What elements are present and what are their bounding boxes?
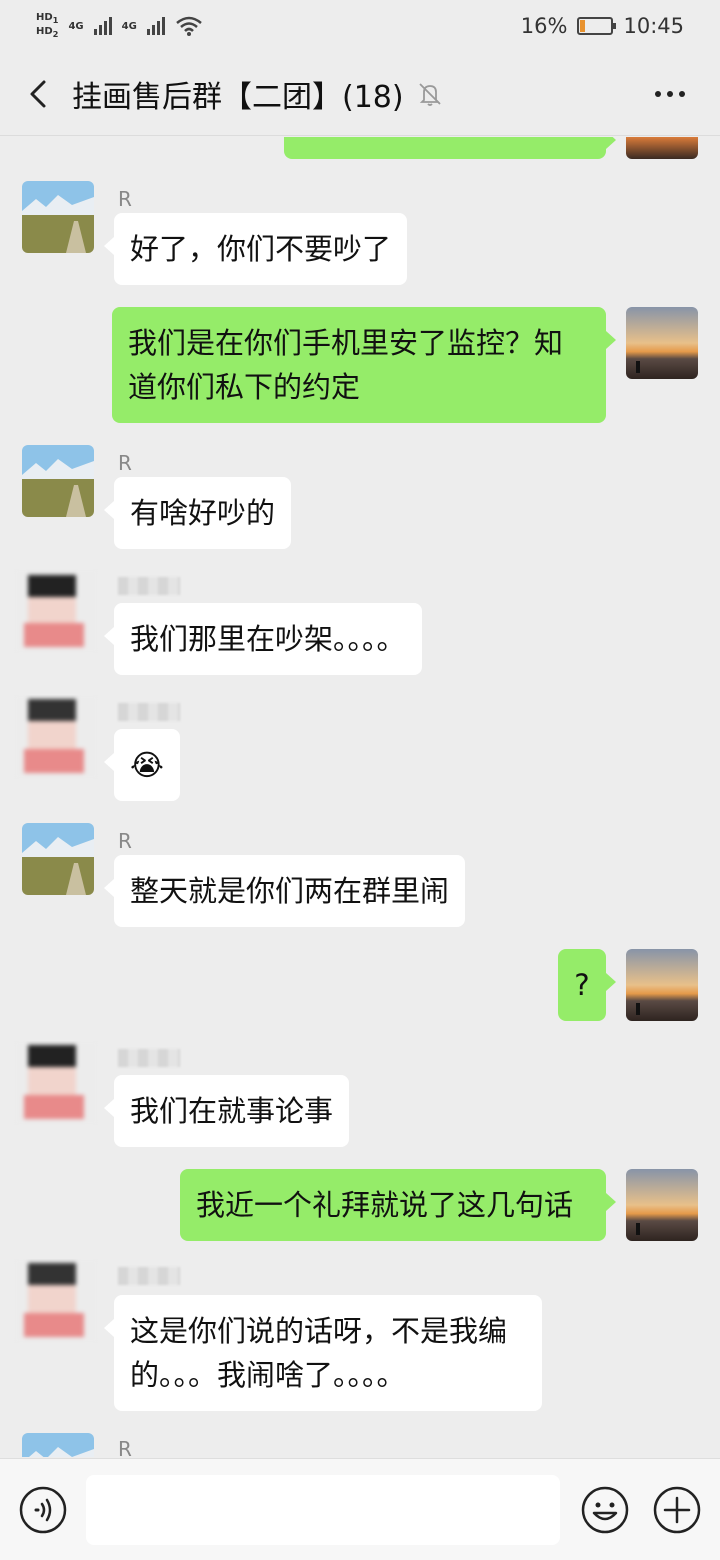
- battery-icon: [577, 17, 617, 35]
- avatar-r[interactable]: [22, 823, 94, 895]
- avatar-blurred[interactable]: [14, 695, 98, 779]
- emoji-bubble[interactable]: 😭: [104, 729, 180, 801]
- avatar-blurred[interactable]: [14, 1041, 98, 1125]
- avatar-blurred[interactable]: [14, 569, 98, 653]
- plus-icon[interactable]: [652, 1485, 702, 1535]
- chat-title: 挂画售后群【二团】(18): [72, 80, 404, 115]
- sender-name-blurred: [118, 1049, 180, 1067]
- avatar-blurred[interactable]: [14, 1259, 98, 1343]
- avatar-self[interactable]: [626, 949, 698, 1021]
- message-bubble[interactable]: ?: [558, 949, 616, 1021]
- chat-list[interactable]: R 好了，你们不要吵了 我们是在你们手机里安了监控？知 道你们私下的约定 R 有…: [0, 137, 720, 1457]
- avatar-self[interactable]: [626, 137, 698, 159]
- sender-name-blurred: [118, 577, 180, 595]
- sender-name: R: [118, 829, 132, 853]
- signal-icon-1: [93, 17, 112, 35]
- sender-name: R: [118, 1437, 132, 1457]
- network-type-2: 4G: [121, 20, 137, 32]
- status-right: 16% 10:45: [521, 14, 684, 38]
- message-input[interactable]: [86, 1475, 560, 1545]
- crying-face-icon: 😭: [130, 748, 164, 782]
- avatar-r[interactable]: [22, 1433, 94, 1457]
- battery-fill: [580, 20, 586, 32]
- clock: 10:45: [623, 14, 684, 38]
- avatar-r[interactable]: [22, 445, 94, 517]
- status-left: HD1 HD2 4G 4G: [36, 12, 203, 40]
- message-bubble[interactable]: 我近一个礼拜就说了这几句话: [180, 1169, 616, 1241]
- input-bar: [0, 1458, 720, 1560]
- message-bubble[interactable]: 我们是在你们手机里安了监控？知 道你们私下的约定: [112, 307, 616, 423]
- mute-bell-icon: [418, 83, 441, 106]
- hd-indicators: HD1 HD2: [36, 12, 58, 40]
- sender-name-blurred: [118, 1267, 180, 1285]
- avatar-r[interactable]: [22, 181, 94, 253]
- back-arrow-icon[interactable]: [20, 74, 60, 114]
- chat-header: 挂画售后群【二团】(18): [0, 52, 720, 136]
- avatar-self[interactable]: [626, 307, 698, 379]
- status-bar: HD1 HD2 4G 4G 16% 10:45: [0, 0, 720, 52]
- wifi-icon: [176, 16, 202, 36]
- sender-name: R: [118, 187, 132, 211]
- voice-icon[interactable]: [18, 1485, 68, 1535]
- signal-icon-2: [146, 17, 165, 35]
- message-bubble[interactable]: [284, 137, 616, 159]
- sender-name: R: [118, 451, 132, 475]
- battery-percent: 16%: [520, 14, 568, 38]
- message-bubble[interactable]: 我们在就事论事: [103, 1075, 350, 1147]
- message-bubble[interactable]: 有啥好吵的: [103, 477, 292, 549]
- message-bubble[interactable]: 我们那里在吵架。。。。: [104, 603, 422, 675]
- title-wrap: 挂画售后群【二团】(18): [72, 52, 444, 136]
- message-bubble[interactable]: 整天就是你们两在群里闹: [103, 855, 466, 927]
- hd2-label: HD2: [36, 26, 59, 39]
- emoji-icon[interactable]: [580, 1485, 630, 1535]
- message-bubble[interactable]: 好了，你们不要吵了: [103, 213, 408, 285]
- more-dots-icon[interactable]: [650, 78, 690, 110]
- sender-name-blurred: [118, 703, 180, 721]
- avatar-self[interactable]: [626, 1169, 698, 1241]
- network-type-1: 4G: [68, 20, 84, 32]
- message-bubble[interactable]: 这是你们说的话呀，不是我编 的。。。我闹啥了。。。。: [104, 1295, 542, 1411]
- hd1-label: HD1: [36, 12, 59, 25]
